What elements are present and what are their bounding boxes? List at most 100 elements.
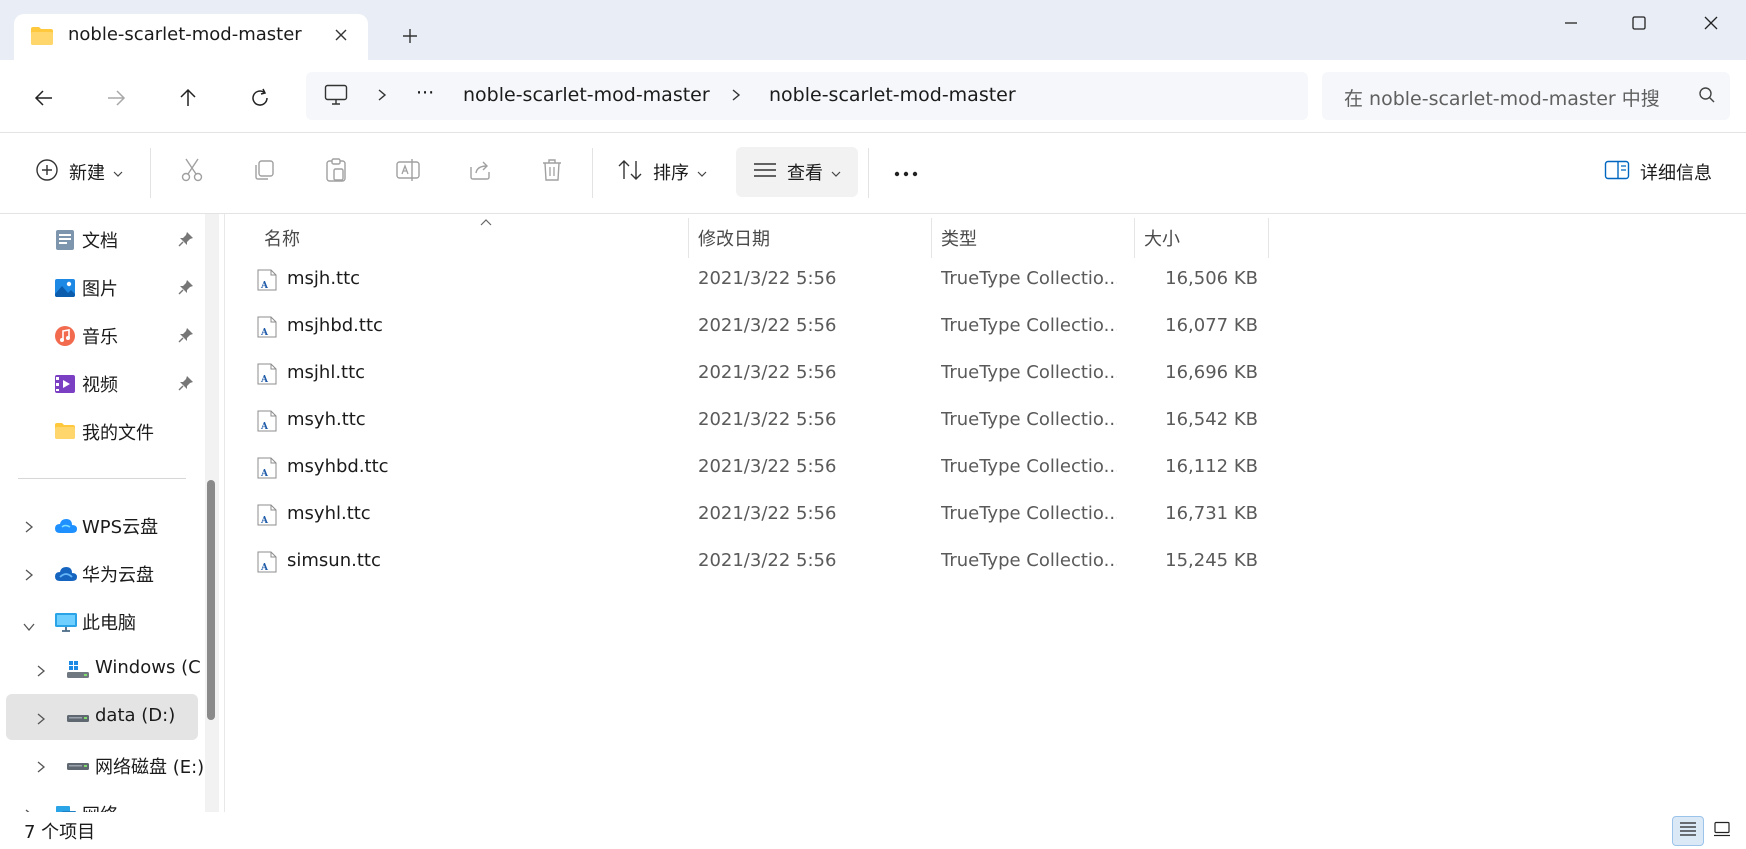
sidebar-item-music[interactable]: 音乐: [6, 312, 198, 358]
tiles-view-button[interactable]: [1706, 816, 1738, 846]
chevron-right-icon[interactable]: [36, 710, 46, 731]
rename-button[interactable]: [388, 147, 428, 197]
file-size: 16,506 KB: [1165, 268, 1258, 289]
sidebar-item-pictures[interactable]: 图片: [6, 264, 198, 310]
column-header-type[interactable]: 类型: [933, 214, 1133, 258]
sidebar-item-label: 此电脑: [82, 613, 136, 634]
minimize-button[interactable]: [1544, 6, 1598, 40]
file-row[interactable]: Amsyhl.ttc 2021/3/22 5:56 TrueType Collect…: [226, 492, 1266, 536]
file-row[interactable]: Amsyhbd.ttc 2021/3/22 5:56 TrueType Collec…: [226, 445, 1266, 489]
sidebar-item-network[interactable]: 网络: [6, 790, 198, 812]
sidebar-item-this-pc[interactable]: 此电脑: [6, 598, 198, 644]
sidebar-item-my-files[interactable]: 我的文件: [6, 408, 198, 454]
cut-button[interactable]: [172, 147, 212, 197]
pin-icon[interactable]: [178, 279, 194, 300]
file-size: 16,696 KB: [1165, 362, 1258, 383]
chevron-right-icon[interactable]: [36, 662, 46, 683]
column-divider[interactable]: [1268, 218, 1269, 258]
share-button[interactable]: [460, 147, 500, 197]
copy-button[interactable]: [244, 147, 284, 197]
file-date: 2021/3/22 5:56: [698, 550, 837, 571]
svg-text:A: A: [260, 563, 269, 573]
title-bar: noble-scarlet-mod-master: [0, 0, 1746, 60]
details-view-button[interactable]: [1672, 816, 1704, 846]
file-row[interactable]: Amsjhl.ttc 2021/3/22 5:56 TrueType Collect…: [226, 351, 1266, 395]
svg-text:A: A: [260, 328, 269, 338]
sidebar-item-drive-d[interactable]: data (D:): [6, 694, 198, 740]
sidebar-item-wps-cloud[interactable]: WPS云盘: [6, 502, 198, 548]
forward-button[interactable]: [100, 82, 132, 114]
sidebar-scrollbar-thumb[interactable]: [207, 480, 215, 720]
list-view-icon: [753, 160, 777, 185]
sidebar-item-label: 图片: [82, 279, 118, 300]
column-divider[interactable]: [1134, 218, 1135, 258]
maximize-button[interactable]: [1612, 6, 1666, 40]
search-input[interactable]: 在 noble-scarlet-mod-master 中搜: [1322, 72, 1730, 120]
file-size: 16,542 KB: [1165, 409, 1258, 430]
column-divider[interactable]: [931, 218, 932, 258]
search-icon[interactable]: [1698, 86, 1716, 109]
new-button[interactable]: 新建: [26, 147, 132, 197]
details-pane-button[interactable]: 详细信息: [1594, 147, 1722, 197]
new-tab-button[interactable]: [396, 22, 424, 50]
pin-icon[interactable]: [178, 327, 194, 348]
paste-button[interactable]: [316, 147, 356, 197]
sidebar-item-drive-e[interactable]: 网络磁盘 (E:): [6, 742, 204, 788]
view-button[interactable]: 查看: [736, 147, 858, 197]
refresh-button[interactable]: [244, 82, 276, 114]
chevron-right-icon: [726, 84, 746, 106]
file-row[interactable]: Asimsun.ttc 2021/3/22 5:56 TrueType Collec…: [226, 539, 1266, 583]
pin-icon[interactable]: [178, 375, 194, 396]
pictures-icon: [54, 277, 76, 299]
sort-button[interactable]: 排序: [610, 147, 714, 197]
file-size: 15,245 KB: [1165, 550, 1258, 571]
huawei-cloud-icon: [54, 563, 77, 585]
up-button[interactable]: [172, 82, 204, 114]
chevron-down-icon[interactable]: [22, 616, 36, 637]
more-options-button[interactable]: [886, 147, 926, 197]
svg-text:A: A: [260, 516, 269, 526]
file-list: 名称 修改日期 类型 大小 Amsjh.ttc 2021/3/22 5:56 Tru…: [226, 214, 1746, 812]
font-file-icon: A: [256, 316, 278, 343]
file-row[interactable]: Amsjhbd.ttc 2021/3/22 5:56 TrueType Collec…: [226, 304, 1266, 348]
delete-button[interactable]: [532, 147, 572, 197]
breadcrumb-item[interactable]: noble-scarlet-mod-master: [769, 84, 1016, 106]
chevron-right-icon[interactable]: [24, 518, 34, 539]
sidebar-item-huawei-cloud[interactable]: 华为云盘: [6, 550, 198, 596]
file-row[interactable]: Amsyh.ttc 2021/3/22 5:56 TrueType Collecti…: [226, 398, 1266, 442]
breadcrumb-item[interactable]: noble-scarlet-mod-master: [463, 84, 710, 106]
file-name: msjhbd.ttc: [287, 315, 383, 336]
paste-icon: [324, 157, 348, 188]
folder-icon: [54, 421, 76, 443]
sidebar-item-label: 音乐: [82, 327, 118, 348]
sidebar-divider: [18, 478, 186, 479]
file-name: msyhbd.ttc: [287, 456, 389, 477]
close-icon[interactable]: [328, 22, 354, 48]
column-header-size[interactable]: 大小: [1136, 214, 1266, 258]
column-divider[interactable]: [688, 218, 689, 258]
breadcrumb-overflow[interactable]: ···: [416, 82, 434, 104]
sidebar-item-drive-c[interactable]: Windows (C: [6, 646, 201, 692]
search-placeholder: 在 noble-scarlet-mod-master 中搜: [1344, 88, 1660, 110]
chevron-down-icon: [113, 162, 123, 183]
column-header-date[interactable]: 修改日期: [690, 214, 930, 258]
file-date: 2021/3/22 5:56: [698, 503, 837, 524]
divider: [150, 148, 151, 198]
font-file-icon: A: [256, 457, 278, 484]
tab-active[interactable]: noble-scarlet-mod-master: [14, 14, 368, 60]
chevron-right-icon[interactable]: [36, 758, 46, 779]
chevron-right-icon[interactable]: [24, 566, 34, 587]
sidebar-item-videos[interactable]: 视频: [6, 360, 198, 406]
divider: [868, 148, 869, 198]
file-date: 2021/3/22 5:56: [698, 315, 837, 336]
sidebar-item-documents[interactable]: 文档: [6, 216, 198, 262]
address-bar[interactable]: ··· noble-scarlet-mod-master noble-scarl…: [306, 72, 1308, 120]
back-button[interactable]: [28, 82, 60, 114]
pin-icon[interactable]: [178, 231, 194, 252]
column-header-name[interactable]: 名称: [236, 214, 656, 258]
copy-icon: [252, 158, 276, 187]
sort-label: 排序: [653, 163, 689, 184]
sidebar-item-label: data (D:): [95, 705, 176, 726]
file-row[interactable]: Amsjh.ttc 2021/3/22 5:56 TrueType Collecti…: [226, 257, 1266, 301]
close-window-button[interactable]: [1684, 6, 1738, 40]
